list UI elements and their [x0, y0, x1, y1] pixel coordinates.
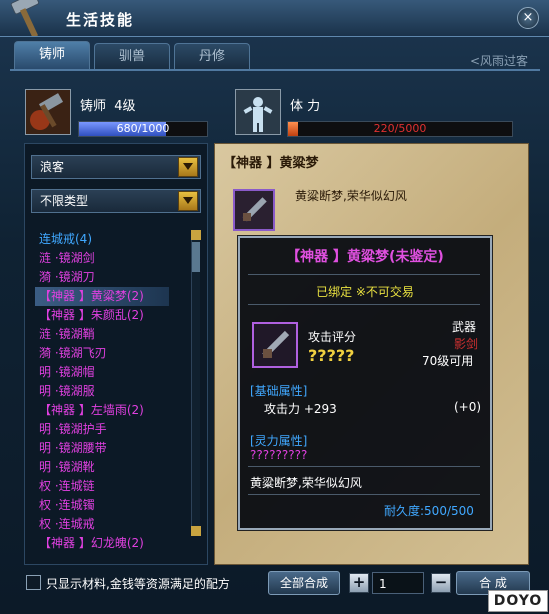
- stamina-progress-bar: 220/5000: [287, 121, 513, 137]
- base-attributes-header: [基础属性]: [250, 384, 308, 398]
- stamina-icon: [235, 89, 281, 135]
- smith-progress-bar: 680/1000: [78, 121, 208, 137]
- chevron-down-icon[interactable]: [178, 157, 198, 177]
- recipe-list-item[interactable]: 【神器 】幻龙魄(2): [39, 534, 189, 553]
- chevron-down-icon[interactable]: [178, 191, 198, 211]
- recipe-scrollbar[interactable]: [191, 230, 201, 536]
- durability: 耐久度:500/500: [384, 504, 474, 518]
- attack-bonus: (+0): [454, 400, 482, 414]
- stamina-progress-text: 220/5000: [373, 122, 427, 135]
- tab-divider: [10, 69, 540, 71]
- close-button[interactable]: ×: [517, 7, 539, 29]
- item-tooltip: 【神器 】黄粱梦(未鉴定) 已绑定 ※不可交易 攻击评分 ????? 武器 影剑…: [238, 236, 492, 530]
- sword-icon: [252, 322, 298, 368]
- title-bar[interactable]: 生活技能 ×: [0, 0, 549, 37]
- item-subtype: 影剑: [454, 337, 479, 351]
- item-type: 武器: [452, 320, 477, 334]
- scroll-up-icon[interactable]: [191, 230, 201, 240]
- sword-icon[interactable]: [233, 189, 275, 231]
- attack-score-label: 攻击评分: [308, 330, 357, 344]
- hammer-icon: [10, 0, 40, 36]
- recipe-list-item[interactable]: 明 ·镜湖靴: [39, 458, 189, 477]
- background-text: <风雨过客: [470, 54, 529, 68]
- tab-alchemy[interactable]: 丹修: [174, 43, 250, 70]
- recipe-list-item[interactable]: 明 ·镜湖帽: [39, 363, 189, 382]
- tab-smith[interactable]: 铸师: [14, 41, 90, 70]
- spirit-attributes-header: [灵力属性]: [250, 434, 308, 448]
- type-dropdown-value: 不限类型: [40, 194, 89, 208]
- recipe-list-item[interactable]: 权 ·连城镯: [39, 496, 189, 515]
- attack-attribute: 攻击力 +293: [264, 402, 337, 416]
- tooltip-divider: [248, 274, 480, 275]
- smith-progress-text: 680/1000: [116, 122, 170, 135]
- scroll-thumb[interactable]: [192, 242, 200, 272]
- smith-skill-name: 铸师 4级: [80, 99, 136, 114]
- smith-skill-icon: [25, 89, 71, 135]
- stamina-label: 体 力: [290, 99, 321, 114]
- tooltip-divider: [248, 494, 480, 495]
- recipe-list-item[interactable]: 明 ·镜湖腰带: [39, 439, 189, 458]
- recipe-list-item[interactable]: 明 ·镜湖服: [39, 382, 189, 401]
- recipe-list-item[interactable]: 【神器 】朱颜乱(2): [39, 306, 189, 325]
- recipe-list-item[interactable]: 权 ·连城戒: [39, 515, 189, 534]
- tooltip-description: 黄粱断梦,荣华似幻风: [250, 476, 362, 490]
- recipe-list-item[interactable]: 漪 ·镜湖飞刃: [39, 344, 189, 363]
- doyo-logo: DOYO: [488, 590, 548, 612]
- recipe-list-item[interactable]: 涟 ·镜湖剑: [39, 249, 189, 268]
- recipe-description: 黄粱断梦,荣华似幻风: [295, 189, 407, 203]
- tooltip-title: 【神器 】黄粱梦(未鉴定): [286, 249, 444, 265]
- attack-score-value: ?????: [308, 346, 355, 365]
- increase-quantity-button[interactable]: +: [349, 573, 369, 593]
- scroll-down-icon[interactable]: [191, 526, 201, 536]
- quantity-input[interactable]: 1: [372, 572, 424, 594]
- type-dropdown[interactable]: 不限类型: [31, 189, 201, 213]
- tooltip-divider: [248, 466, 480, 467]
- smith-skill-level: 4级: [114, 99, 136, 114]
- recipe-list-item[interactable]: 涟 ·镜湖鞘: [39, 325, 189, 344]
- recipe-list-item[interactable]: 连城戒(4): [39, 230, 189, 249]
- craft-all-button[interactable]: 全部合成: [268, 571, 340, 595]
- resource-filter-label[interactable]: 只显示材料,金钱等资源满足的配方: [46, 575, 230, 592]
- tooltip-bound-status: 已绑定 ※不可交易: [316, 285, 414, 299]
- recipe-list-item[interactable]: 权 ·连城链: [39, 477, 189, 496]
- life-skills-window: 生活技能 × <风雨过客 铸师 驯兽 丹修 铸师 4级 680/1000 体 力: [0, 0, 549, 614]
- recipe-panel: 浪客 不限类型 连城戒(4) 涟 ·镜湖剑漪 ·镜湖刀 【神器 】黄粱梦(2) 【神器…: [24, 143, 208, 565]
- recipe-title: 【神器 】黄粱梦: [223, 156, 319, 171]
- resource-filter-checkbox[interactable]: [26, 575, 41, 590]
- recipe-list-item[interactable]: 漪 ·镜湖刀: [39, 268, 189, 287]
- decrease-quantity-button[interactable]: −: [431, 573, 451, 593]
- spirit-attribute-value: ?????????: [250, 448, 308, 462]
- tooltip-divider: [248, 304, 480, 305]
- tab-tamer[interactable]: 驯兽: [94, 43, 170, 70]
- window-title: 生活技能: [66, 11, 135, 29]
- level-requirement: 70级可用: [422, 354, 474, 368]
- recipe-list: 连城戒(4) 涟 ·镜湖剑漪 ·镜湖刀 【神器 】黄粱梦(2) 【神器 】朱颜乱(2)…: [35, 230, 189, 553]
- recipe-list-item[interactable]: 【神器 】黄粱梦(2): [35, 287, 169, 306]
- category-dropdown[interactable]: 浪客: [31, 155, 201, 179]
- category-dropdown-value: 浪客: [40, 160, 65, 174]
- recipe-list-item[interactable]: 【神器 】左墙雨(2): [39, 401, 189, 420]
- recipe-list-item[interactable]: 明 ·镜湖护手: [39, 420, 189, 439]
